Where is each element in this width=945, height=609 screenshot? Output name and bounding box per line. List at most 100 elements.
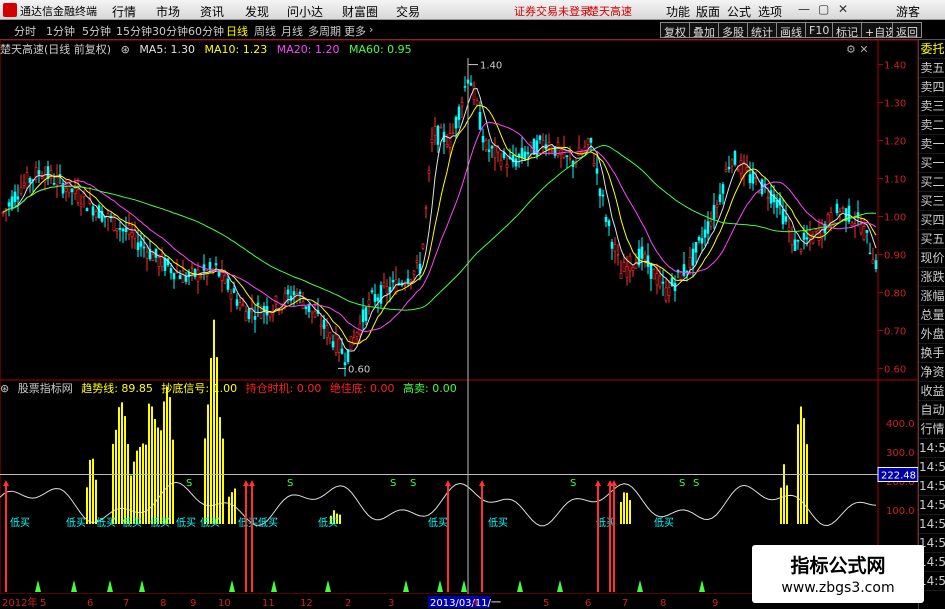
quote-sidebar: 委托 卖五 卖四 卖三 卖二 卖一 买一 买二 买三 买四 买五 现价 涨跌 涨幅 总量 外盘 换手 净资 收益 自动… xyxy=(918,40,945,609)
candle-body xyxy=(724,169,728,172)
hold-signal-arrow xyxy=(595,480,601,486)
sidebar-item[interactable]: 卖二 xyxy=(919,116,945,135)
candle-body xyxy=(559,149,563,155)
sidebar-item[interactable]: 卖三 xyxy=(919,97,945,116)
candle-body xyxy=(256,302,260,306)
s-signal-label: S xyxy=(186,478,192,489)
sidebar-item[interactable]: 现价 xyxy=(919,249,945,268)
sidebar-item[interactable]: 买二 xyxy=(919,173,945,192)
watermark: 指标公式网 www.zbgs3.com xyxy=(752,545,924,603)
price-tick-label: 1.20 xyxy=(884,137,906,148)
sidebar-item[interactable]: 买三 xyxy=(919,192,945,211)
candle-body xyxy=(736,169,740,172)
sell-signal-triangle xyxy=(139,580,145,592)
candle-body xyxy=(616,254,620,256)
candle-body xyxy=(610,241,614,249)
price-tick-label: 1.00 xyxy=(884,213,906,224)
sidebar-item[interactable]: 14:50 xyxy=(919,515,945,534)
candle-body xyxy=(445,144,449,147)
hold-signal-arrow xyxy=(249,480,255,486)
candle-body xyxy=(10,196,14,209)
sidebar-item[interactable]: 净资 xyxy=(919,363,945,382)
sidebar-item[interactable]: 14:50 xyxy=(919,458,945,477)
candle-body xyxy=(874,260,878,270)
price-tick-label: 0.60 xyxy=(884,364,906,375)
sidebar-item[interactable]: 委托 xyxy=(919,40,945,59)
sidebar-item[interactable]: 14:50 xyxy=(919,477,945,496)
sidebar-item[interactable]: 卖四 xyxy=(919,78,945,97)
s-signal-label: S xyxy=(570,478,576,489)
candle-body xyxy=(532,139,536,155)
watermark-title: 指标公式网 xyxy=(790,555,886,577)
candle-body xyxy=(469,82,473,86)
price-tick-label: 1.40 xyxy=(884,61,906,72)
sidebar-item[interactable]: 卖五 xyxy=(919,59,945,78)
hold-signal-arrow xyxy=(479,480,485,486)
indicator-bar xyxy=(783,464,785,524)
sidebar-item[interactable]: 14:50 xyxy=(919,439,945,458)
watermark-url: www.zbgs3.com xyxy=(781,580,895,596)
sell-signal-triangle xyxy=(35,580,41,592)
x-axis-label: 11 xyxy=(262,598,275,609)
candle-body xyxy=(367,299,371,305)
x-axis-label: 12 xyxy=(300,598,313,609)
candle-body xyxy=(727,166,731,170)
candle-body xyxy=(460,102,464,107)
buy-signal-label: 低买 xyxy=(96,516,116,529)
candle-body xyxy=(139,241,143,247)
candle-body xyxy=(541,139,545,147)
x-axis-label: 3 xyxy=(388,598,394,609)
candle-body xyxy=(7,202,11,207)
sidebar-item[interactable]: 收益 xyxy=(919,382,945,401)
candle-body xyxy=(790,230,794,246)
indicator-bar xyxy=(786,485,788,524)
x-axis-label: 8 xyxy=(660,598,666,609)
indicator-bar xyxy=(623,492,625,524)
indicator-bar xyxy=(124,416,126,524)
candle-body xyxy=(490,145,494,149)
indicator-bar xyxy=(148,403,150,524)
buy-signal-label: 低买 xyxy=(654,516,674,529)
candle-body xyxy=(613,244,617,252)
candle-body xyxy=(361,309,365,323)
sidebar-item[interactable]: 换手 xyxy=(919,344,945,363)
indicator-bar xyxy=(231,492,233,524)
settings-icon[interactable]: ⊛ xyxy=(0,382,9,395)
candle-body xyxy=(526,152,530,155)
indicator-bar xyxy=(145,444,147,524)
candle-body xyxy=(691,248,695,266)
candle-body xyxy=(358,323,362,335)
sidebar-item[interactable]: 外盘 xyxy=(919,325,945,344)
sidebar-item[interactable]: 卖一 xyxy=(919,135,945,154)
sidebar-item[interactable]: 涨幅 xyxy=(919,287,945,306)
sidebar-item[interactable]: 14:50 xyxy=(919,496,945,515)
candle-body xyxy=(214,263,218,266)
buy-signal-label: 低买 xyxy=(200,516,220,529)
sidebar-item[interactable]: 买四 xyxy=(919,211,945,230)
candle-body xyxy=(640,246,644,259)
indicator-bar xyxy=(166,386,168,524)
ma20-line xyxy=(2,121,877,333)
chart-canvas[interactable]: 1.400.60 低买 低买 低买 低买 低买 低买 低买 低买 低买 低买 低买 低买 低买 低买S S S… xyxy=(0,0,945,609)
settings-icon[interactable]: ⊛ xyxy=(121,43,130,56)
sidebar-item[interactable]: 行情 xyxy=(919,420,945,439)
candle-body xyxy=(853,223,857,226)
candle-body xyxy=(436,125,440,145)
sidebar-item[interactable]: 买五 xyxy=(919,230,945,249)
candle-body xyxy=(376,297,380,301)
chart-options-icon[interactable]: ⚙ ✕ xyxy=(846,43,869,56)
candle-body xyxy=(700,238,704,244)
candle-body xyxy=(595,168,599,174)
indicator-tick-label: 100.0 xyxy=(886,506,915,517)
s-signal-label: S xyxy=(679,478,685,489)
sidebar-item[interactable]: 买一 xyxy=(919,154,945,173)
sidebar-item[interactable]: 涨跌 xyxy=(919,268,945,287)
candle-body xyxy=(331,341,335,348)
sidebar-item[interactable]: 自动 xyxy=(919,401,945,420)
sell-signal-triangle xyxy=(557,580,563,592)
candle-body xyxy=(757,191,761,194)
sidebar-item[interactable]: 总量 xyxy=(919,306,945,325)
candle-body xyxy=(238,302,242,309)
s-signal-label: S xyxy=(287,478,293,489)
candle-body xyxy=(766,197,770,199)
